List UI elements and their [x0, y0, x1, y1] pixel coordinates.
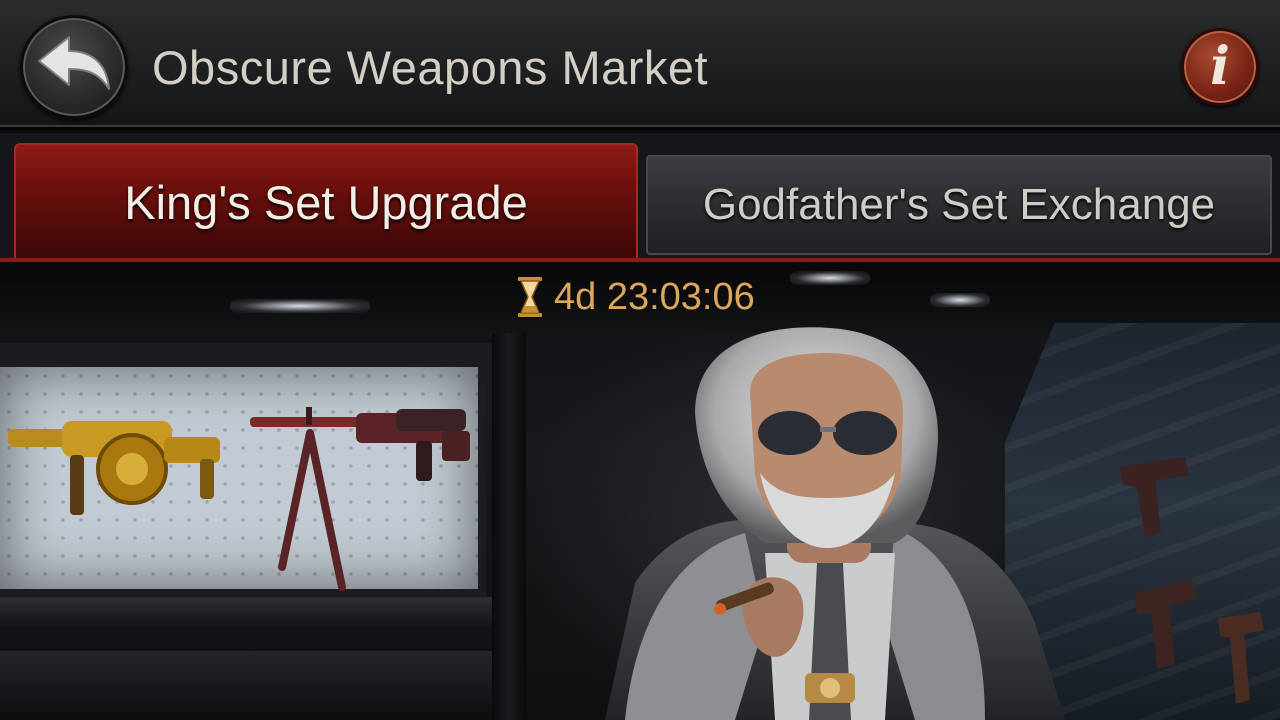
event-banner: 4d 23:03:06 [0, 263, 1280, 720]
tab-kings-set-upgrade[interactable]: King's Set Upgrade [14, 143, 638, 259]
ceiling-light [930, 293, 990, 307]
pistol-icon [1218, 612, 1264, 704]
tab-underline [0, 258, 1280, 262]
tab-godfathers-set-exchange[interactable]: Godfather's Set Exchange [646, 155, 1272, 255]
event-timer: 4d 23:03:06 [516, 273, 755, 321]
cabinet-shelf [0, 597, 498, 627]
info-button[interactable]: i [1181, 28, 1259, 106]
gold-grenade-launcher-icon [8, 421, 220, 515]
countdown-text: 4d 23:03:06 [554, 275, 755, 318]
back-button[interactable] [20, 15, 128, 119]
back-arrow-icon [35, 33, 113, 102]
tab-bar: King's Set Upgrade Godfather's Set Excha… [0, 133, 1280, 262]
page-title: Obscure Weapons Market [152, 41, 709, 94]
weapon-pegboard [0, 359, 486, 597]
ceiling-light [230, 299, 370, 313]
pistol-icon [1119, 457, 1189, 537]
hourglass-icon [518, 277, 542, 317]
info-icon: i [1210, 36, 1230, 97]
top-bar: Obscure Weapons Market i [0, 0, 1280, 130]
cabinet-shelf [0, 651, 498, 720]
character-portrait [605, 327, 1065, 720]
ceiling-light [790, 271, 870, 285]
red-machine-gun-icon [250, 407, 470, 591]
pistol-icon [1135, 579, 1197, 669]
wall-pillar [492, 333, 526, 720]
